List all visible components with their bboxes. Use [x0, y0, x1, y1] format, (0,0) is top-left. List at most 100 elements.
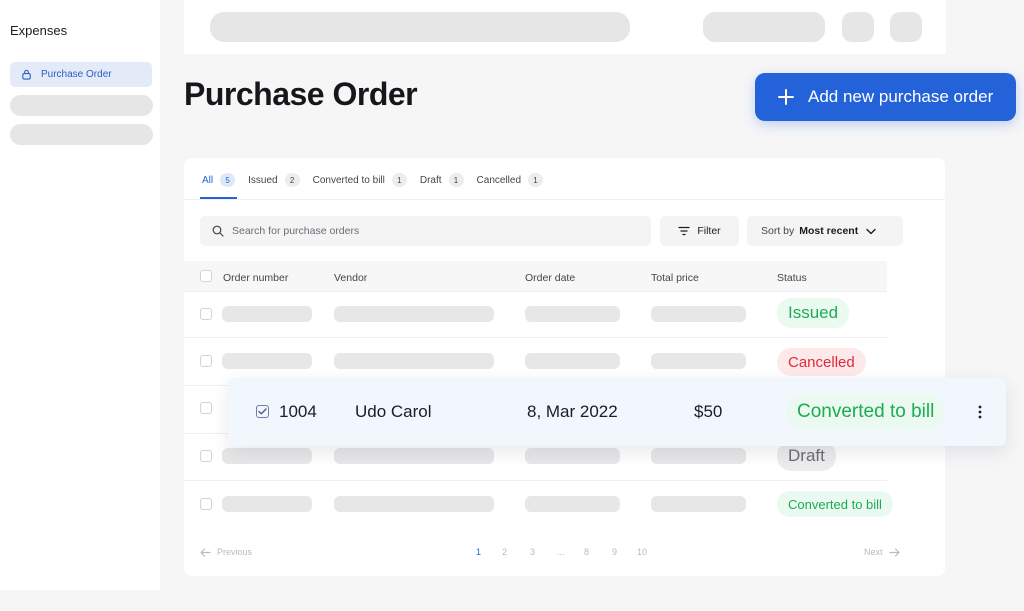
search-icon — [212, 225, 224, 237]
order-number: 1004 — [279, 402, 317, 421]
sidebar-item-label: Purchase Order — [41, 69, 112, 80]
active-tab-indicator — [200, 197, 237, 199]
sort-value: Most recent — [799, 225, 859, 237]
vendor-name: Udo Carol — [355, 402, 432, 421]
checkmark-icon — [258, 408, 267, 415]
row-checkbox[interactable] — [200, 402, 212, 414]
tab-converted-to-bill[interactable]: Converted to bill 1 — [313, 173, 407, 187]
page-number[interactable]: 3 — [530, 547, 535, 557]
total-price: $50 — [694, 402, 723, 421]
topbar-icon-placeholder — [842, 12, 874, 42]
sort-prefix: Sort by — [761, 225, 795, 237]
tab-label: Issued — [248, 174, 278, 186]
row-checkbox[interactable] — [200, 308, 212, 320]
add-button-label: Add new purchase order — [808, 87, 994, 106]
purchase-orders-card: All 5 Issued 2 Converted to bill 1 Draft… — [184, 158, 945, 576]
highlighted-order-row[interactable]: 1004 Udo Carol 8, Mar 2022 $50 Converted… — [228, 378, 1006, 446]
next-page-button[interactable]: Next — [864, 547, 900, 557]
arrow-left-icon — [200, 547, 211, 557]
top-bar — [184, 0, 946, 54]
row-checkbox[interactable] — [200, 450, 212, 462]
tab-label: Cancelled — [476, 174, 522, 186]
page-ellipsis: ... — [557, 547, 565, 557]
cell-placeholder — [334, 353, 494, 369]
sidebar-title: Expenses — [10, 23, 68, 38]
table-header: Order number Vendor Order date Total pri… — [184, 261, 887, 291]
cell-placeholder — [651, 496, 746, 512]
sidebar: Expenses Purchase Order — [0, 0, 160, 590]
tab-draft[interactable]: Draft 1 — [420, 173, 464, 187]
add-purchase-order-button[interactable]: Add new purchase order — [755, 73, 1016, 121]
cell-placeholder — [222, 306, 312, 322]
column-header: Vendor — [334, 272, 368, 284]
column-header: Order number — [223, 272, 289, 284]
plus-icon — [778, 89, 794, 105]
order-date: 8, Mar 2022 — [527, 402, 618, 421]
tab-label: Converted to bill — [312, 174, 385, 186]
sidebar-item-purchase-order[interactable]: Purchase Order — [10, 62, 152, 87]
search-placeholder: Search for purchase orders — [232, 225, 360, 237]
cell-placeholder — [525, 448, 620, 464]
cell-placeholder — [525, 306, 620, 322]
cell-placeholder — [334, 306, 494, 322]
lock-icon — [22, 69, 31, 80]
search-input[interactable]: Search for purchase orders — [200, 216, 651, 246]
tab-issued[interactable]: Issued 2 — [248, 173, 300, 187]
cell-placeholder — [334, 496, 494, 512]
filter-icon — [678, 226, 690, 236]
tab-cancelled[interactable]: Cancelled 1 — [476, 173, 544, 187]
cell-placeholder — [651, 448, 746, 464]
status-badge: Converted to bill — [777, 491, 893, 517]
cell-placeholder — [525, 496, 620, 512]
next-label: Next — [864, 547, 883, 557]
page-number[interactable]: 10 — [637, 547, 647, 557]
column-header: Status — [777, 272, 807, 284]
select-all-checkbox[interactable] — [200, 270, 212, 282]
chevron-down-icon — [866, 228, 876, 234]
cell-placeholder — [525, 353, 620, 369]
cell-placeholder — [651, 353, 746, 369]
tab-label: All — [202, 174, 214, 186]
tab-count: 1 — [448, 173, 464, 187]
page-number[interactable]: 1 — [476, 547, 481, 557]
page-number[interactable]: 8 — [584, 547, 589, 557]
row-divider — [184, 337, 887, 338]
more-options-icon[interactable] — [976, 404, 984, 420]
sidebar-item-placeholder — [10, 124, 153, 145]
cell-placeholder — [222, 353, 312, 369]
column-header: Order date — [525, 272, 576, 284]
tab-count: 5 — [220, 173, 236, 187]
sidebar-item-placeholder — [10, 95, 153, 116]
page-number[interactable]: 2 — [502, 547, 507, 557]
cell-placeholder — [222, 496, 312, 512]
tabs-divider — [184, 199, 945, 200]
cell-placeholder — [222, 448, 312, 464]
status-tabs: All 5 Issued 2 Converted to bill 1 Draft… — [202, 173, 556, 187]
tab-all[interactable]: All 5 — [202, 173, 236, 187]
row-checkbox[interactable] — [200, 355, 212, 367]
tab-count: 1 — [391, 173, 407, 187]
filter-label: Filter — [697, 225, 721, 237]
tab-count: 1 — [528, 173, 544, 187]
sort-dropdown[interactable]: Sort by Most recent — [747, 216, 903, 246]
previous-label: Previous — [217, 547, 253, 557]
status-badge: Cancelled — [777, 348, 866, 376]
cell-placeholder — [651, 306, 746, 322]
status-badge: Issued — [777, 298, 850, 328]
row-checkbox-checked[interactable] — [256, 405, 269, 418]
row-divider — [184, 480, 887, 481]
cell-placeholder — [334, 448, 494, 464]
column-header: Total price — [651, 272, 699, 284]
topbar-search-placeholder — [210, 12, 630, 42]
status-badge: Converted to bill — [786, 394, 946, 430]
arrow-right-icon — [888, 547, 900, 557]
page-title: Purchase Order — [184, 76, 418, 112]
tab-count: 2 — [284, 173, 300, 187]
page-number[interactable]: 9 — [612, 547, 617, 557]
topbar-button-placeholder — [703, 12, 825, 42]
tab-label: Draft — [419, 174, 442, 186]
previous-page-button[interactable]: Previous — [200, 547, 252, 557]
filter-button[interactable]: Filter — [660, 216, 739, 246]
row-checkbox[interactable] — [200, 498, 212, 510]
topbar-icon-placeholder — [890, 12, 922, 42]
